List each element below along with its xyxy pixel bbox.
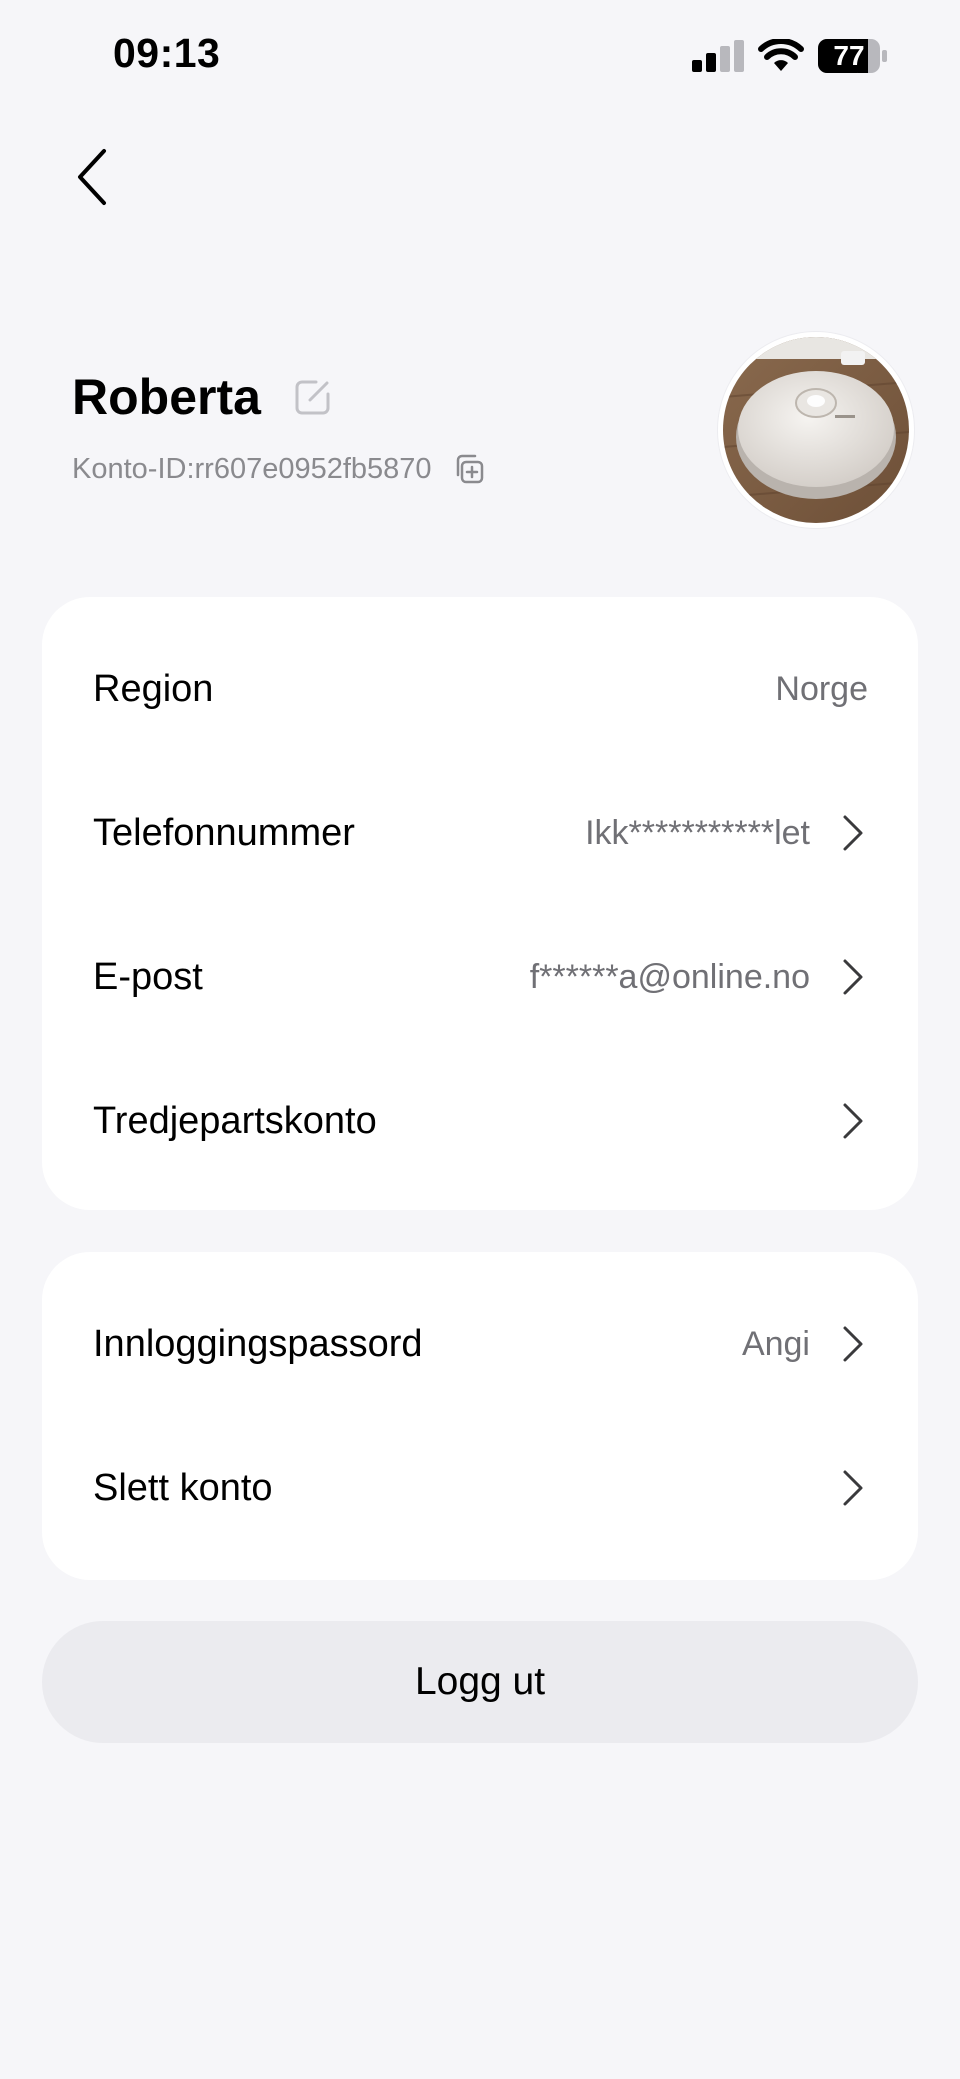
row-value: f******a@online.no bbox=[529, 957, 810, 996]
signal-icon bbox=[692, 40, 744, 72]
security-card: Innloggingspassord Angi Slett konto bbox=[42, 1252, 918, 1580]
chevron-right-icon bbox=[843, 1470, 863, 1506]
logout-button[interactable]: Logg ut bbox=[42, 1621, 918, 1743]
row-value: Angi bbox=[741, 1324, 810, 1363]
chevron-left-icon bbox=[78, 149, 106, 205]
row-label: Telefonnummer bbox=[93, 811, 355, 854]
status-bar: 09:13 77 bbox=[0, 0, 960, 110]
avatar[interactable] bbox=[718, 332, 914, 528]
chevron-right-icon bbox=[843, 959, 863, 995]
row-label: Innloggingspassord bbox=[93, 1322, 423, 1365]
account-id: Konto-ID:rr607e0952fb5870 bbox=[72, 452, 432, 485]
row-third-party-account[interactable]: Tredjepartskonto bbox=[42, 1049, 918, 1193]
chevron-right-icon bbox=[843, 1103, 863, 1139]
row-phone-number[interactable]: Telefonnummer Ikk***********let bbox=[42, 761, 918, 905]
copy-icon bbox=[456, 454, 483, 484]
row-email[interactable]: E-post f******a@online.no bbox=[42, 905, 918, 1049]
battery-level: 77 bbox=[833, 40, 865, 71]
row-label: Region bbox=[93, 667, 214, 710]
row-region: Region Norge bbox=[42, 617, 918, 761]
battery-icon: 77 bbox=[818, 39, 888, 73]
account-info-card: Region Norge Telefonnummer Ikk**********… bbox=[42, 597, 918, 1210]
copy-id-button[interactable] bbox=[452, 452, 486, 486]
status-icons: 77 bbox=[692, 36, 888, 76]
row-label: Tredjepartskonto bbox=[93, 1099, 377, 1142]
robot-vacuum-photo bbox=[723, 337, 909, 523]
account-id-row: Konto-ID:rr607e0952fb5870 bbox=[72, 452, 486, 486]
row-delete-account[interactable]: Slett konto bbox=[42, 1416, 918, 1560]
row-label: E-post bbox=[93, 955, 203, 998]
wifi-icon bbox=[758, 39, 804, 73]
back-button[interactable] bbox=[64, 142, 120, 212]
row-value: Ikk***********let bbox=[585, 813, 810, 852]
row-label: Slett konto bbox=[93, 1466, 273, 1509]
profile-name: Roberta bbox=[72, 369, 261, 425]
row-login-password[interactable]: Innloggingspassord Angi bbox=[42, 1272, 918, 1416]
profile-name-row: Roberta bbox=[72, 368, 333, 426]
chevron-right-icon bbox=[843, 815, 863, 851]
status-time: 09:13 bbox=[113, 30, 221, 76]
row-value: Norge bbox=[775, 669, 868, 708]
edit-name-button[interactable] bbox=[293, 377, 333, 417]
chevron-right-icon bbox=[843, 1326, 863, 1362]
edit-icon bbox=[295, 380, 330, 415]
